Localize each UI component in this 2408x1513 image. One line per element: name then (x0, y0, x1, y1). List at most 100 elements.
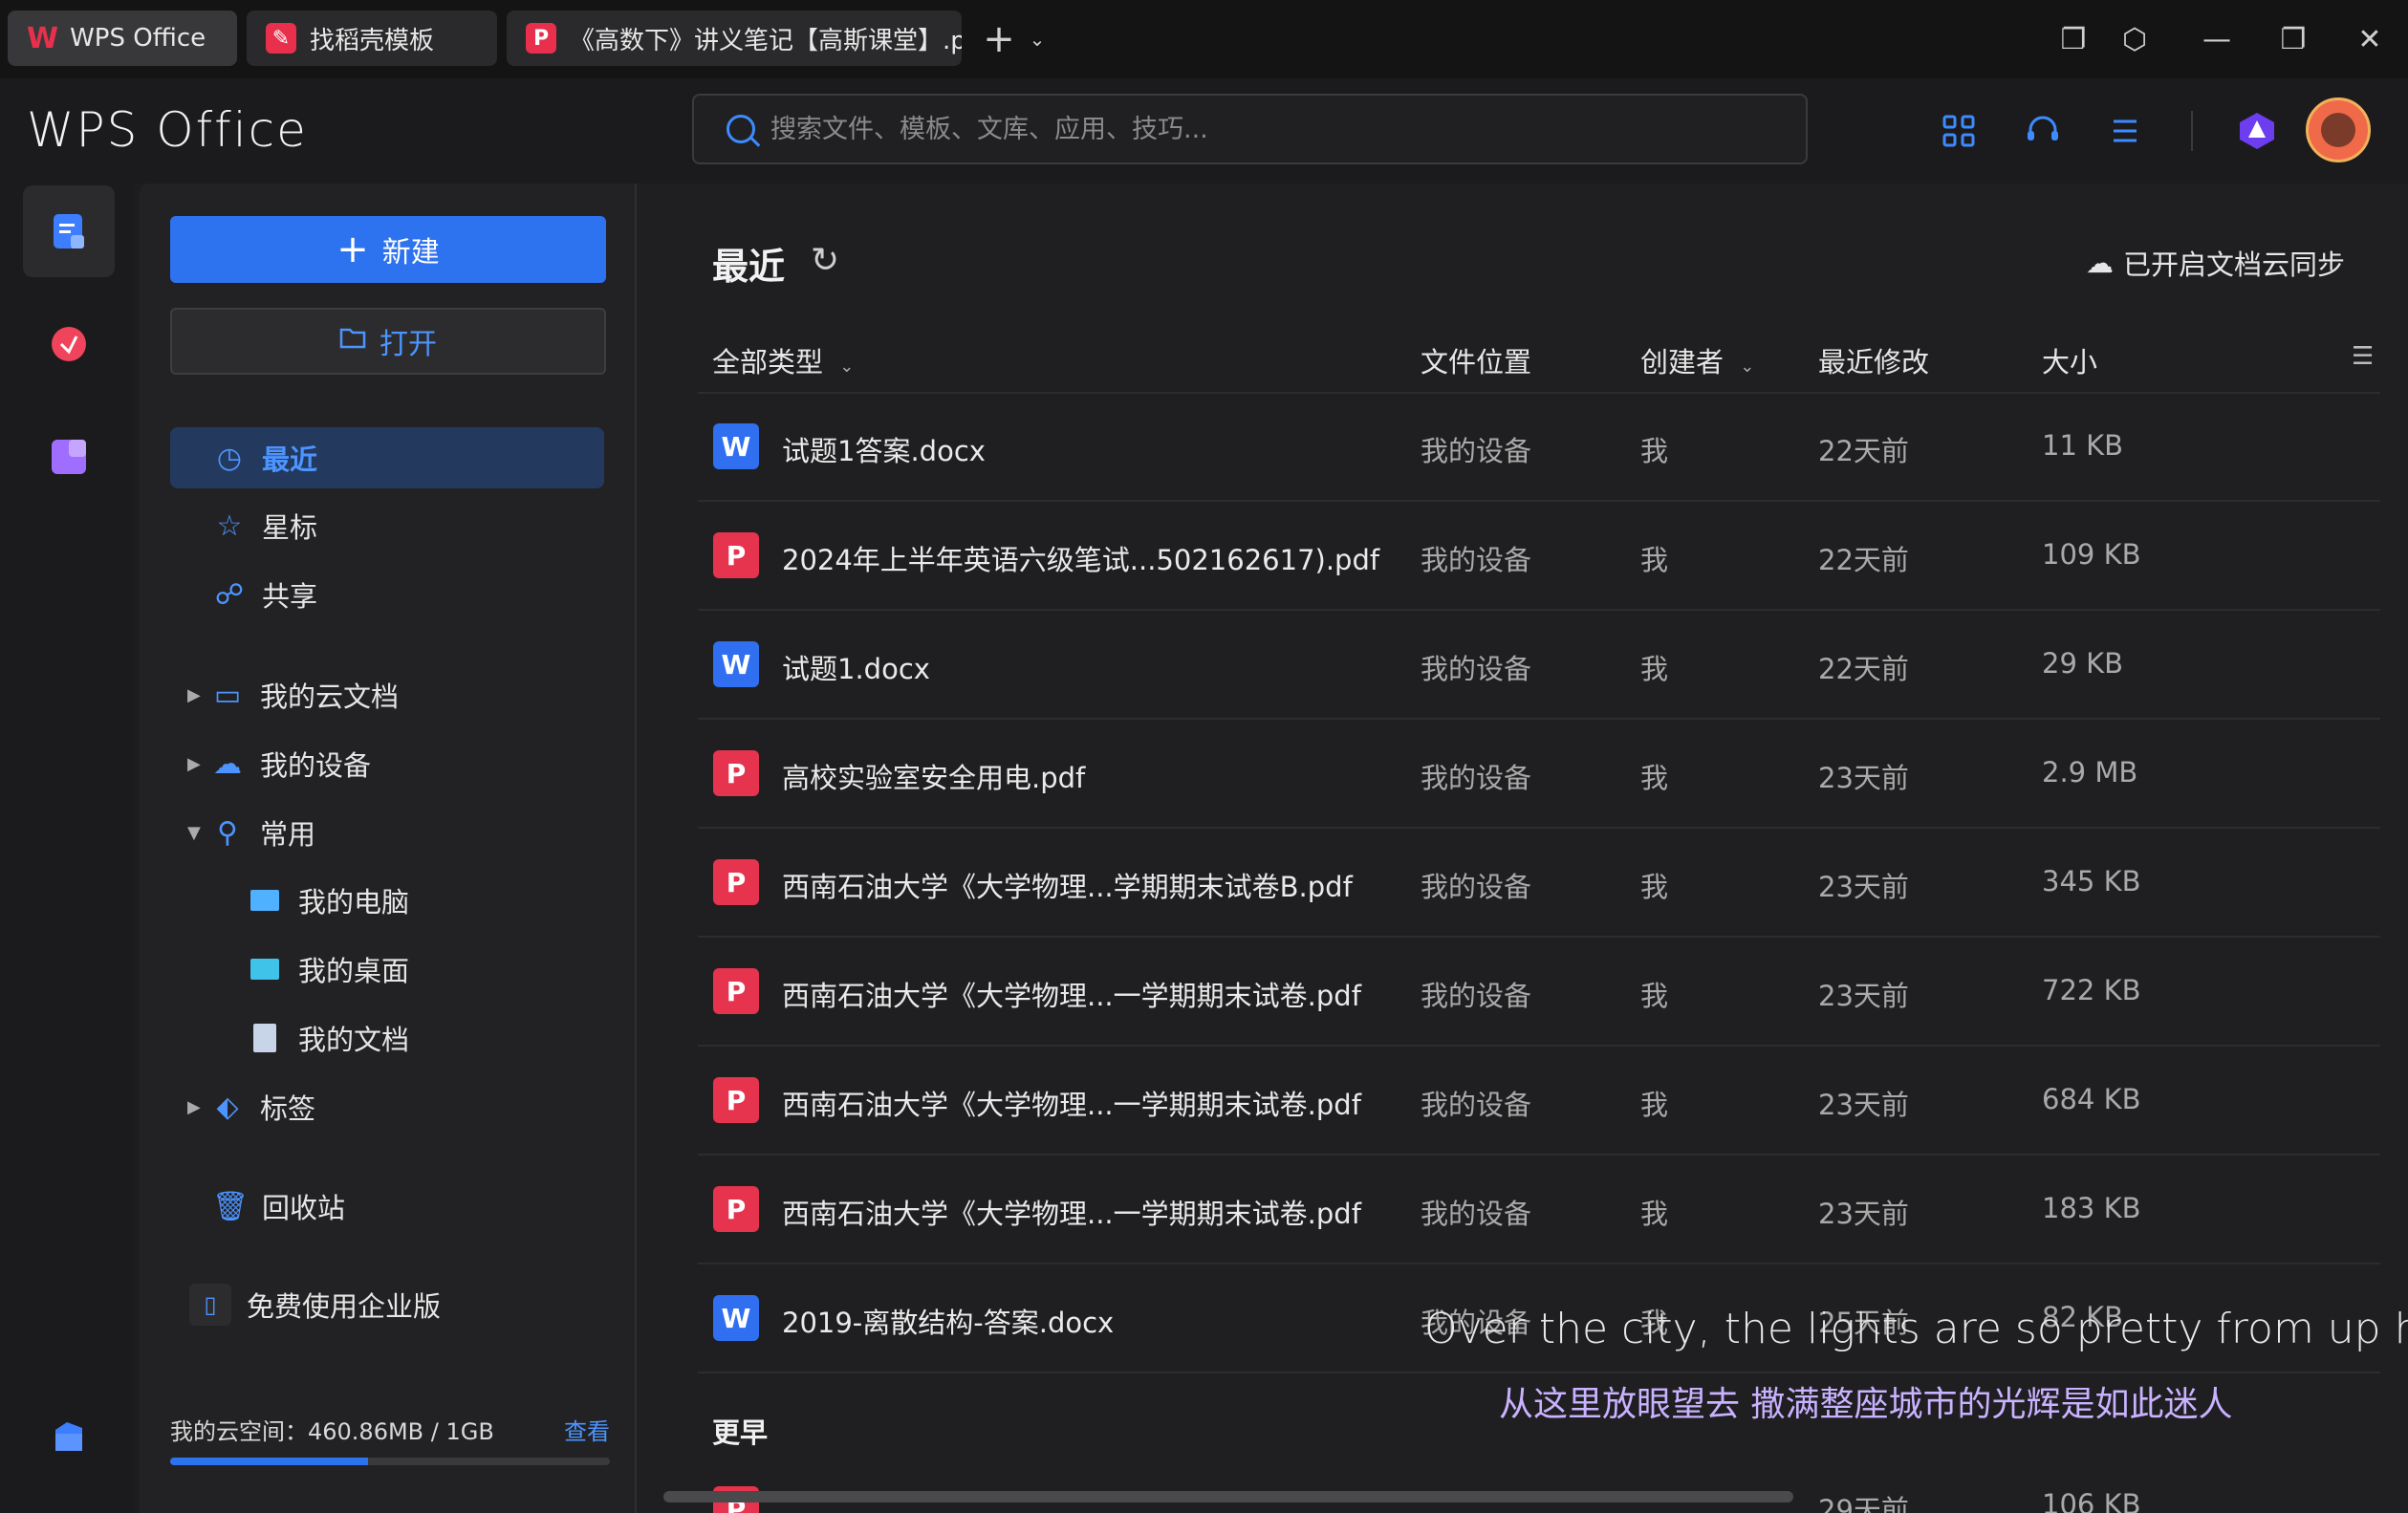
rail-documents-icon[interactable] (23, 185, 115, 277)
pdf-file-icon: P (713, 968, 759, 1014)
folder-common[interactable]: ▼ ⚲ 常用 (170, 802, 604, 863)
refresh-icon[interactable]: ↻ (811, 241, 839, 280)
nav-recent[interactable]: ◷ 最近 (170, 427, 604, 488)
row-creator: 我 (1640, 1089, 1669, 1121)
expand-arrow-icon[interactable]: ▶ (187, 685, 210, 705)
pdf-file-icon: P (713, 859, 759, 905)
table-row[interactable]: W 试题1答案.docx 我的设备 我 22天前 11 KB (698, 393, 2380, 502)
cloud-sync-status[interactable]: ☁ 已开启文档云同步 (2086, 243, 2345, 283)
row-creator: 我 (1640, 1198, 1669, 1230)
menu-icon[interactable] (2101, 107, 2149, 155)
column-creator[interactable]: 创建者 ⌄ (1640, 340, 1754, 380)
trash-icon: 🗑︎ (212, 1189, 249, 1223)
open-button[interactable]: 打开 (170, 308, 606, 375)
row-creator: 我 (1640, 653, 1669, 685)
table-row[interactable]: P 西南石油大学《大学物理...学期期末试卷B.pdf 我的设备 我 23天前 345 K… (698, 829, 2380, 938)
nav-tags[interactable]: ▶ ⬖ 标签 (170, 1076, 604, 1137)
avatar-image (2321, 113, 2355, 147)
tab-docer[interactable]: ✎ 找稻壳模板 (247, 11, 497, 66)
tab-wps-office[interactable]: W WPS Office (8, 11, 237, 66)
table-row[interactable]: P 西南石油大学《大学物理...一学期期末试卷.pdf 我的设备 我 23天前 183 K… (698, 1156, 2380, 1264)
row-creator: 我 (1640, 762, 1669, 794)
expand-arrow-icon[interactable]: ▶ (187, 1097, 210, 1117)
row-modified: 23天前 (1818, 1198, 1909, 1230)
plus-icon: + (336, 227, 369, 271)
nav-starred[interactable]: ☆ 星标 (170, 495, 604, 556)
row-size: 684 KB (2042, 1083, 2141, 1115)
star-icon: ☆ (216, 508, 243, 543)
row-size: 109 KB (2042, 538, 2141, 571)
minimize-button[interactable]: — (2197, 19, 2237, 59)
pdf-icon: P (526, 23, 556, 54)
word-file-icon: W (713, 423, 759, 469)
page-title: 最近 (712, 246, 786, 288)
row-modified: 23天前 (1818, 1089, 1909, 1121)
folder-icon: ▭ (213, 678, 242, 712)
nav-trash[interactable]: 🗑︎ 回收站 (170, 1176, 604, 1237)
cloud-quota: 我的云空间：460.86MB / 1GB 查看 (170, 1413, 610, 1446)
row-file-name[interactable]: 西南石油大学《大学物理...一学期期末试卷.pdf (782, 974, 1361, 1014)
column-type[interactable]: 全部类型 ⌄ (712, 340, 854, 380)
row-location: 我的设备 (1421, 435, 1532, 467)
premium-icon[interactable] (2233, 107, 2281, 155)
row-size: 106 KB (2042, 1488, 2141, 1513)
table-row[interactable]: P 29天前 106 KB (698, 1467, 2380, 1513)
clock-icon: ◷ (216, 441, 243, 475)
common-my-documents[interactable]: 我的文档 (250, 1009, 409, 1067)
table-row[interactable]: P 西南石油大学《大学物理...一学期期末试卷.pdf 我的设备 我 23天前 722 K… (698, 938, 2380, 1047)
column-size[interactable]: 大小 (2042, 340, 2097, 380)
new-tab-button[interactable]: + (979, 17, 1019, 61)
tab-pdf[interactable]: P 《高数下》讲义笔记【高斯课堂】.pdf (507, 11, 962, 66)
column-settings-icon[interactable]: ☰ (2352, 342, 2374, 371)
headset-icon[interactable] (2019, 107, 2067, 155)
apps-grid-icon[interactable] (1935, 107, 1983, 155)
expand-arrow-icon[interactable]: ▶ (187, 754, 210, 774)
search-input[interactable] (769, 113, 1633, 145)
chevron-down-icon: ⌄ (1740, 357, 1755, 377)
restore-view-icon[interactable]: ❐ (2053, 19, 2093, 59)
rail-apps-icon[interactable] (23, 411, 115, 503)
row-file-name[interactable]: 西南石油大学《大学物理...一学期期末试卷.pdf (782, 1192, 1361, 1232)
row-file-name[interactable]: 西南石油大学《大学物理...学期期末试卷B.pdf (782, 865, 1353, 905)
search-box[interactable] (692, 94, 1808, 164)
rail-cloud-icon[interactable] (23, 1390, 115, 1481)
row-modified: 23天前 (1818, 980, 1909, 1012)
wps-logo-icon: W (27, 21, 59, 55)
row-file-name[interactable]: 试题1答案.docx (782, 429, 986, 469)
common-my-desktop[interactable]: 我的桌面 (250, 940, 409, 998)
column-modified[interactable]: 最近修改 (1818, 340, 1929, 380)
maximize-button[interactable]: ❐ (2273, 19, 2313, 59)
row-file-name[interactable]: 高校实验室安全用电.pdf (782, 756, 1085, 796)
row-file-name[interactable]: 试题1.docx (782, 647, 930, 687)
folder-my-devices[interactable]: ▶ ☁ 我的设备 (170, 733, 604, 794)
row-file-name[interactable]: 2019-离散结构-答案.docx (782, 1301, 1114, 1341)
new-button[interactable]: + 新建 (170, 216, 606, 283)
section-earlier: 更早 (712, 1416, 769, 1449)
column-location[interactable]: 文件位置 (1421, 340, 1531, 380)
row-location: 我的设备 (1421, 1198, 1532, 1230)
quota-view-link[interactable]: 查看 (564, 1413, 610, 1446)
folder-my-cloud-docs[interactable]: ▶ ▭ 我的云文档 (170, 664, 604, 725)
common-my-computer[interactable]: 我的电脑 (250, 872, 409, 929)
pdf-file-icon: P (713, 532, 759, 578)
table-row[interactable]: W 试题1.docx 我的设备 我 22天前 29 KB (698, 611, 2380, 720)
chevron-down-icon[interactable]: ⌄ (1017, 19, 1057, 59)
cube-icon[interactable]: ⬡ (2115, 19, 2155, 59)
nav-shared[interactable]: ☍ 共享 (170, 564, 604, 625)
row-location: 我的设备 (1421, 980, 1532, 1012)
collapse-arrow-icon[interactable]: ▼ (187, 823, 210, 843)
row-file-name[interactable]: 西南石油大学《大学物理...一学期期末试卷.pdf (782, 1083, 1361, 1123)
table-row[interactable]: P 西南石油大学《大学物理...一学期期末试卷.pdf 我的设备 我 23天前 684 K… (698, 1047, 2380, 1156)
overlay-lyrics-en: Over the city, the lights are so pretty … (1424, 1305, 2408, 1353)
row-modified: 22天前 (1818, 435, 1909, 467)
desktop-icon (250, 959, 279, 980)
avatar[interactable] (2306, 97, 2371, 162)
table-row[interactable]: P 高校实验室安全用电.pdf 我的设备 我 23天前 2.9 MB (698, 720, 2380, 829)
rail-docer-icon[interactable] (23, 298, 115, 390)
close-button[interactable]: ✕ (2350, 19, 2390, 59)
pdf-file-icon: P (713, 1186, 759, 1232)
table-row[interactable]: P 2024年上半年英语六级笔试...502162617).pdf 我的设备 我 22天… (698, 502, 2380, 611)
row-file-name[interactable]: 2024年上半年英语六级笔试...502162617).pdf (782, 538, 1379, 578)
enterprise-link[interactable]: ▯ 免费使用企业版 (170, 1274, 457, 1335)
horizontal-scrollbar[interactable] (663, 1491, 1793, 1502)
